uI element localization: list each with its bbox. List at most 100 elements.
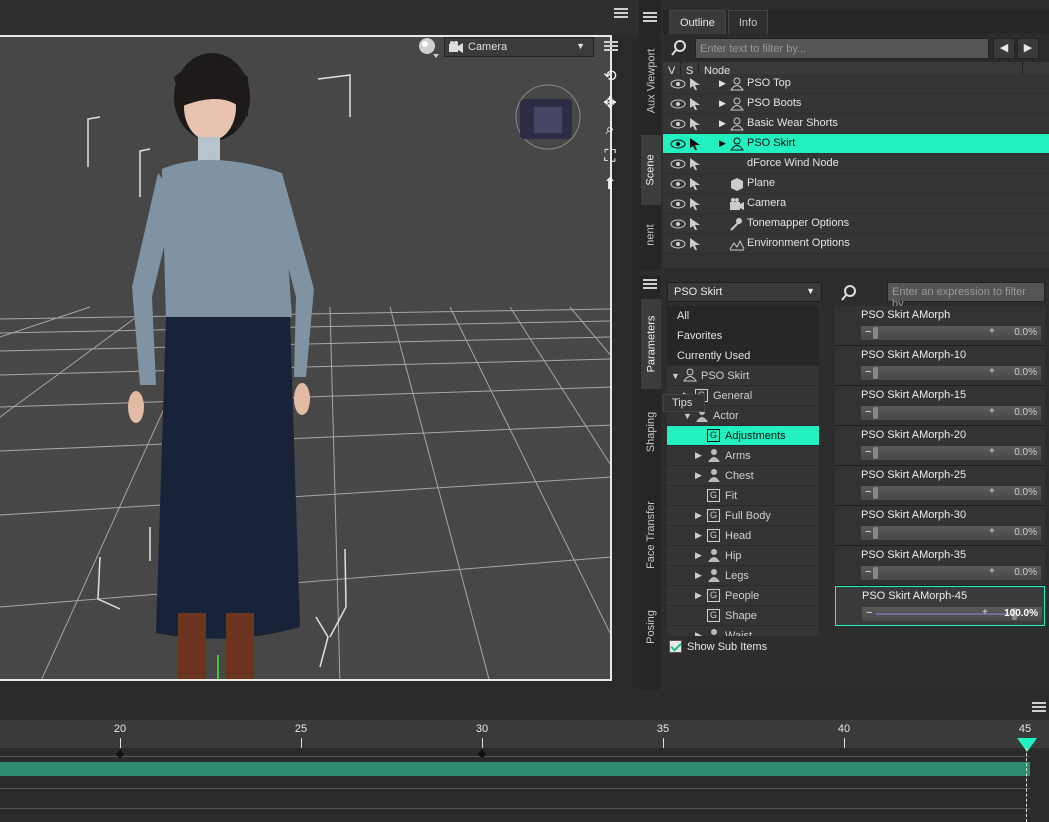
eye-icon[interactable] bbox=[670, 158, 686, 170]
property-slider[interactable]: PSO Skirt AMorph-45 − +100.0% bbox=[835, 586, 1045, 626]
scene-node-row[interactable]: Plane bbox=[663, 174, 1049, 194]
filter-next-button[interactable]: ▶ bbox=[1017, 38, 1039, 59]
select-arrow-icon[interactable] bbox=[688, 217, 702, 231]
slider-track[interactable]: − +0.0% bbox=[861, 526, 1041, 540]
property-group-item[interactable]: ▶ Chest bbox=[667, 466, 819, 486]
timeline-ruler[interactable]: 20 25 30 35 40 45 bbox=[0, 720, 1049, 748]
expand-icon[interactable]: ▶ bbox=[695, 470, 702, 481]
eye-icon[interactable] bbox=[670, 238, 686, 250]
plus-icon[interactable]: + bbox=[989, 446, 995, 457]
property-slider[interactable]: PSO Skirt AMorph − +0.0% bbox=[835, 306, 1045, 346]
property-slider[interactable]: PSO Skirt AMorph-30 − +0.0% bbox=[835, 506, 1045, 546]
tab-outline[interactable]: Outline bbox=[669, 10, 726, 34]
timeline-range-bar[interactable] bbox=[0, 762, 1030, 776]
expand-icon[interactable]: ▶ bbox=[695, 630, 702, 636]
eye-icon[interactable] bbox=[670, 138, 686, 150]
plus-icon[interactable]: + bbox=[989, 526, 995, 537]
minus-icon[interactable]: − bbox=[866, 607, 872, 619]
property-slider[interactable]: PSO Skirt AMorph-25 − +0.0% bbox=[835, 466, 1045, 506]
slider-value[interactable]: 0.0% bbox=[1014, 487, 1037, 498]
property-group-item[interactable]: ▶ Arms bbox=[667, 446, 819, 466]
property-slider[interactable]: PSO Skirt AMorph-10 − +0.0% bbox=[835, 346, 1045, 386]
plus-icon[interactable]: + bbox=[982, 607, 988, 618]
slider-track[interactable]: − +0.0% bbox=[861, 486, 1041, 500]
slider-value[interactable]: 100.0% bbox=[1004, 608, 1038, 619]
tab-content[interactable]: nent bbox=[641, 215, 661, 255]
slider-knob[interactable] bbox=[873, 327, 878, 339]
viewport-menu-icon[interactable] bbox=[604, 41, 618, 53]
select-arrow-icon[interactable] bbox=[688, 237, 702, 251]
property-group-item[interactable]: G Adjustments bbox=[667, 426, 819, 446]
filter-prev-button[interactable]: ◀ bbox=[993, 38, 1015, 59]
plus-icon[interactable]: + bbox=[989, 486, 995, 497]
property-slider[interactable]: PSO Skirt AMorph-35 − +0.0% bbox=[835, 546, 1045, 586]
slider-knob[interactable] bbox=[873, 367, 878, 379]
scene-node-row[interactable]: Tonemapper Options bbox=[663, 214, 1049, 234]
timeline-menu-icon[interactable] bbox=[1032, 702, 1046, 714]
expand-icon[interactable]: ▶ bbox=[695, 510, 702, 521]
expand-icon[interactable]: ▶ bbox=[719, 138, 726, 149]
expand-icon[interactable]: ▼ bbox=[671, 371, 680, 381]
show-sub-items-checkbox[interactable]: Show Sub Items bbox=[669, 640, 767, 653]
minus-icon[interactable]: − bbox=[865, 486, 871, 498]
frame-icon[interactable]: ⛶ bbox=[598, 145, 622, 169]
plus-icon[interactable]: + bbox=[989, 366, 995, 377]
tips-tab[interactable]: Tips bbox=[663, 394, 705, 412]
rotate-icon[interactable]: ⟲ bbox=[598, 64, 622, 88]
select-arrow-icon[interactable] bbox=[688, 77, 702, 91]
expression-filter-input[interactable]: Enter an expression to filter by... bbox=[887, 282, 1045, 310]
property-slider[interactable]: PSO Skirt AMorph-20 − +0.0% bbox=[835, 426, 1045, 466]
select-arrow-icon[interactable] bbox=[688, 197, 702, 211]
tab-aux-viewport[interactable]: Aux Viewport bbox=[641, 36, 661, 126]
slider-value[interactable]: 0.0% bbox=[1014, 567, 1037, 578]
slider-knob[interactable] bbox=[873, 407, 878, 419]
tab-face-transfer[interactable]: Face Transfer bbox=[641, 475, 661, 595]
panel-menu-icon[interactable] bbox=[614, 8, 628, 20]
expand-icon[interactable]: ▼ bbox=[683, 411, 692, 421]
slider-value[interactable]: 0.0% bbox=[1014, 367, 1037, 378]
slider-track[interactable]: − +0.0% bbox=[861, 326, 1041, 340]
scene-node-row[interactable]: ▶ PSO Skirt bbox=[663, 134, 1049, 154]
expand-icon[interactable]: ▶ bbox=[695, 570, 702, 581]
camera-select[interactable]: Camera ▼ bbox=[444, 37, 594, 57]
property-group-item[interactable]: All bbox=[667, 306, 819, 326]
scene-node-row[interactable]: dForce Wind Node bbox=[663, 154, 1049, 174]
slider-value[interactable]: 0.0% bbox=[1014, 447, 1037, 458]
eye-icon[interactable] bbox=[670, 218, 686, 230]
plus-icon[interactable]: + bbox=[989, 566, 995, 577]
expand-icon[interactable]: ▶ bbox=[695, 550, 702, 561]
select-arrow-icon[interactable] bbox=[688, 177, 702, 191]
checkbox[interactable] bbox=[669, 640, 682, 653]
scene-node-row[interactable]: ▶ PSO Top bbox=[663, 74, 1049, 94]
3d-viewport[interactable] bbox=[0, 35, 612, 681]
tab-scene[interactable]: Scene bbox=[641, 135, 661, 205]
minus-icon[interactable]: − bbox=[865, 526, 871, 538]
property-group-item[interactable]: ▼ PSO Skirt bbox=[667, 366, 819, 386]
eye-icon[interactable] bbox=[670, 98, 686, 110]
param-menu-icon[interactable] bbox=[643, 279, 657, 291]
zoom-icon[interactable]: ⌕ bbox=[598, 118, 622, 142]
select-arrow-icon[interactable] bbox=[688, 137, 702, 151]
minus-icon[interactable]: − bbox=[865, 566, 871, 578]
pane-menu-icon[interactable] bbox=[643, 12, 657, 24]
slider-track[interactable]: − +100.0% bbox=[862, 607, 1042, 621]
slider-track[interactable]: − +0.0% bbox=[861, 406, 1041, 420]
expand-icon[interactable]: ▶ bbox=[695, 590, 702, 601]
minus-icon[interactable]: − bbox=[865, 446, 871, 458]
eye-icon[interactable] bbox=[670, 118, 686, 130]
slider-track[interactable]: − +0.0% bbox=[861, 366, 1041, 380]
property-group-item[interactable]: G Shape bbox=[667, 606, 819, 626]
property-group-item[interactable]: Currently Used bbox=[667, 346, 819, 366]
expand-icon[interactable]: ▶ bbox=[695, 530, 702, 541]
tab-shaping[interactable]: Shaping bbox=[641, 397, 661, 467]
select-arrow-icon[interactable] bbox=[688, 97, 702, 111]
eye-icon[interactable] bbox=[670, 78, 686, 90]
property-group-item[interactable]: ▶ G Head bbox=[667, 526, 819, 546]
slider-knob[interactable] bbox=[873, 447, 878, 459]
property-group-item[interactable]: G Fit bbox=[667, 486, 819, 506]
minus-icon[interactable]: − bbox=[865, 366, 871, 378]
eye-icon[interactable] bbox=[670, 198, 686, 210]
slider-knob[interactable] bbox=[873, 487, 878, 499]
slider-value[interactable]: 0.0% bbox=[1014, 327, 1037, 338]
home-icon[interactable]: ⬆ bbox=[598, 172, 622, 196]
